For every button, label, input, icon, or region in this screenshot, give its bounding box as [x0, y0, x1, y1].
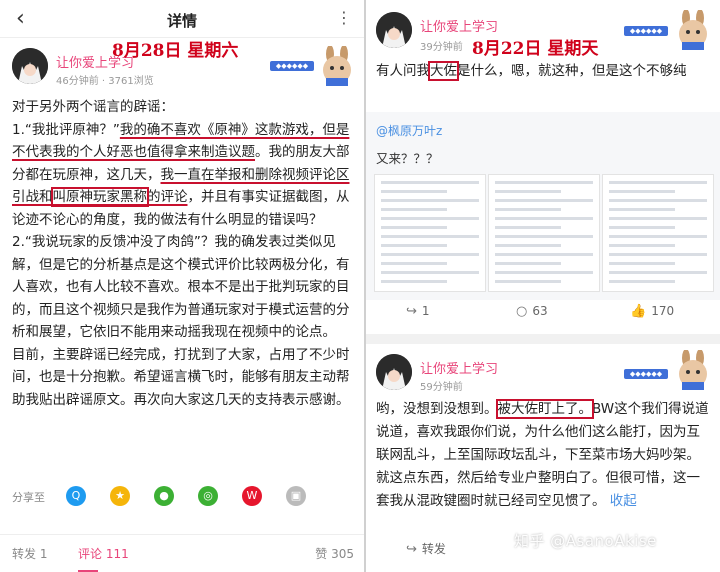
fan-badge: ◆◆◆◆◆◆ — [624, 26, 668, 36]
left-post-detail: ‹ 详情 ⋮ 让你爱上学习 46分钟前 · 3761浏览 8月28日 星期六 ◆… — [0, 0, 364, 572]
comment-count: 63 — [532, 304, 548, 318]
post-body: 对于另外两个谣言的辟谣： 1.“我批评原神？”我的确不喜欢《原神》这款游戏，但是… — [12, 96, 354, 411]
point-1-heading: 1.“我批评原神？” — [12, 121, 120, 138]
like-icon: 👍 — [630, 304, 647, 319]
username[interactable]: 让你爱上学习 — [420, 358, 498, 377]
underlined-text: 的评论 — [147, 189, 188, 205]
avatar[interactable] — [12, 48, 48, 84]
mascot-icon — [679, 10, 707, 50]
like-action[interactable]: 👍 170 — [630, 304, 674, 319]
qzone-icon[interactable]: ★ — [110, 486, 130, 506]
watermark: 知乎 @AsanoAkise — [514, 532, 657, 550]
image-icon[interactable]: ▣ — [286, 486, 306, 506]
post-text: 有人问我大佐是什么，嗯，就这种，但是这个不够纯 — [376, 60, 712, 83]
boxed-text: 被大佐盯上了。 — [495, 399, 594, 419]
avatar[interactable] — [376, 12, 412, 48]
plain-text: 哟，没想到没想到。 — [376, 401, 498, 417]
forward-action[interactable]: ↪ 1 — [406, 304, 430, 319]
plain-text: 是什么，嗯，就这种，但是这个不够纯 — [457, 63, 687, 79]
page-title: 详情 — [166, 12, 197, 30]
tab-comment[interactable]: 评论 111 — [78, 545, 129, 562]
post-point-2: 2.“我说玩家的反馈冲没了肉鸽”？我的确发表过类似见解，但是它的分析基点是这个模… — [12, 234, 350, 340]
repost-text: 又来？？？ — [376, 151, 439, 166]
date-annotation: 8月28日 星期六 — [112, 41, 239, 61]
screenshot-thumbnail[interactable] — [374, 174, 486, 292]
repost-card[interactable]: @枫原万叶z 又来？？？ — [366, 112, 720, 300]
mascot-icon — [323, 46, 351, 86]
post-meta: 46分钟前 · 3761浏览 — [56, 76, 154, 87]
mention-link[interactable]: @枫原万叶z — [376, 122, 442, 139]
like-count: 170 — [651, 304, 675, 318]
comment-icon: ○ — [516, 304, 528, 319]
post-conclusion: 目前，主要辟谣已经完成，打扰到了大家，占用了不少时间，也是十分抱歉。希望谣言横飞… — [12, 346, 350, 408]
post-meta: 39分钟前 — [420, 42, 463, 53]
plain-text: 有人问我 — [376, 63, 430, 79]
avatar[interactable] — [376, 354, 412, 390]
mascot-icon — [679, 350, 707, 390]
share-row: 分享至 Q ★ ● ◎ W ▣ — [12, 486, 352, 510]
forward-icon: ↪ — [406, 542, 417, 557]
moments-icon[interactable]: ◎ — [198, 486, 218, 506]
post-intro: 对于另外两个谣言的辟谣： — [12, 99, 174, 115]
post-point-1: 1.“我批评原神？”我的确不喜欢《原神》这款游戏，但是不代表我的个人好恶也值得拿… — [12, 119, 354, 232]
forward-icon: ↪ — [406, 304, 417, 319]
username[interactable]: 让你爱上学习 — [420, 16, 498, 35]
share-label: 分享至 — [12, 491, 45, 504]
date-annotation: 8月22日 星期天 — [472, 39, 599, 59]
post-meta: 59分钟前 — [420, 382, 463, 393]
boxed-text: 叫原神玩家黑称 — [50, 187, 149, 207]
forward-label: 转发 — [421, 542, 446, 556]
tab-forward[interactable]: 转发 1 — [12, 545, 47, 562]
weibo-icon[interactable]: W — [242, 486, 262, 506]
collapse-link[interactable]: 收起 — [610, 493, 637, 509]
qq-icon[interactable]: Q — [66, 486, 86, 506]
post-text: 哟，没想到没想到。被大佐盯上了。BW这个我们得说道说道，喜欢我跟你们说，为什么他… — [376, 398, 712, 513]
more-icon[interactable]: ⋮ — [336, 8, 352, 27]
detail-topbar: ‹ 详情 ⋮ — [0, 0, 364, 38]
wechat-icon[interactable]: ● — [154, 486, 174, 506]
comment-action[interactable]: ○ 63 — [516, 304, 548, 319]
screenshot-thumbnail[interactable] — [602, 174, 714, 292]
bottom-tabs: 转发 1 评论 111 赞 305 — [0, 534, 364, 572]
screenshot-thumbnail[interactable] — [488, 174, 600, 292]
post-actions: ↪ 1 ○ 63 👍 170 — [366, 298, 720, 328]
forward-count: 1 — [421, 304, 430, 318]
right-feed: 让你爱上学习 39分钟前 8月22日 星期天 ◆◆◆◆◆◆ 有人问我大佐是什么，… — [366, 0, 720, 572]
boxed-text: 大佐 — [428, 61, 459, 81]
forward-action[interactable]: ↪ 转发 — [406, 540, 446, 557]
card-separator — [366, 334, 720, 344]
tab-like[interactable]: 赞 305 — [315, 545, 354, 562]
plain-text: BW这个我们得说道说道，喜欢我跟你们说，为什么他们这么能打，因为互联网乱斗，上至… — [376, 401, 709, 509]
fan-badge: ◆◆◆◆◆◆ — [624, 369, 668, 379]
underlined-text: 我的确不喜欢《原神》这款游戏，但是 — [119, 121, 350, 138]
fan-badge: ◆◆◆◆◆◆ — [270, 61, 314, 71]
underlined-text: 不代表我的个人好恶也值得拿来制造议题 — [12, 144, 255, 160]
